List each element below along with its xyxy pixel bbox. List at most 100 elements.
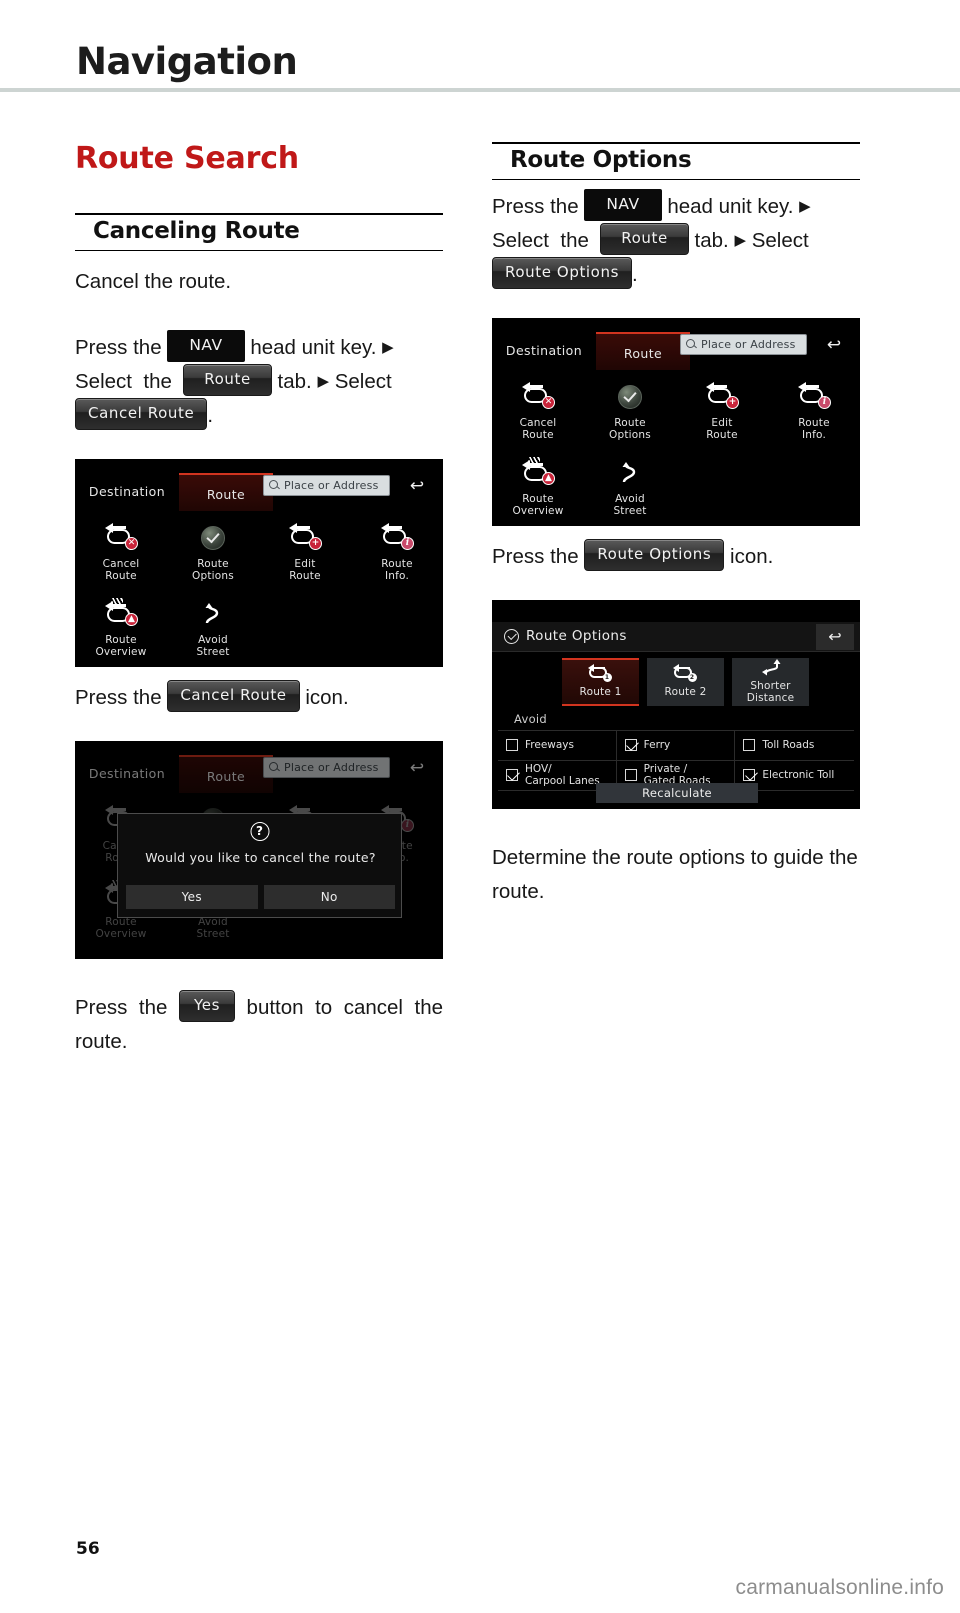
menu-label-line2: Street — [196, 646, 230, 659]
menu-label-line1: Cancel — [519, 416, 557, 429]
head-unit-icon-grid-2: ✕ Cancel Route Route Options + Edit Route — [492, 374, 860, 518]
subheading-canceling-route: Canceling Route — [75, 213, 443, 251]
subheading-text: Route Options — [510, 147, 692, 173]
checkbox-icon[interactable] — [506, 739, 518, 752]
dialog-buttons: Yes No — [126, 884, 395, 909]
checkbox-icon[interactable] — [743, 739, 756, 752]
route-overview-icon-2: ▲ — [521, 456, 555, 486]
section-title-route-search: Route Search — [75, 141, 299, 176]
checkbox-checked-icon[interactable] — [506, 769, 518, 782]
caption-post: icon. — [305, 685, 349, 709]
arrow-icon: ▶ — [382, 338, 394, 356]
menu-item-edit-route[interactable]: + Edit Route — [259, 515, 351, 583]
press-the-label: Press the — [492, 194, 579, 218]
menu-label-line2: Options — [192, 570, 234, 583]
menu-item-route-info[interactable]: i Route Info. — [351, 515, 443, 583]
menu-label-line1: Route — [197, 557, 229, 570]
avoid-option-freeways[interactable]: Freeways — [498, 730, 617, 761]
checkbox-icon[interactable] — [624, 769, 637, 782]
tab-destination-2[interactable]: Destination — [492, 334, 596, 367]
recalculate-button[interactable]: Recalculate — [596, 782, 758, 803]
caption-post: icon. — [730, 544, 774, 568]
menu-item-route-options[interactable]: Route Options — [167, 515, 259, 583]
route-options-screenshot: Route Options ↩ 1 Route 1 2 Route 2 Shor… — [492, 599, 860, 809]
dialog-message: Would you like to cancel the route? — [145, 849, 376, 865]
back-icon[interactable]: ↩ — [397, 473, 437, 499]
search-icon — [269, 479, 280, 491]
route-options-back-icon[interactable]: ↩ — [816, 623, 854, 650]
yes-button[interactable]: Yes — [126, 884, 258, 909]
route-tab-label-multiline: Shorter Distance — [746, 680, 795, 705]
menu-label-line2: Route — [706, 429, 738, 442]
avoid-street-icon-2 — [613, 458, 647, 486]
page-number: 56 — [76, 1539, 100, 1559]
menu-item-edit-route-2[interactable]: + Edit Route — [676, 374, 768, 442]
menu-label-line1: Cancel — [102, 557, 140, 570]
nav-key-chip-2[interactable]: NAV — [584, 188, 662, 222]
back-icon-2[interactable]: ↩ — [814, 332, 854, 358]
search-input-dim: Place or Address — [263, 756, 390, 778]
route-tab-shorter-distance[interactable]: Shorter Distance — [732, 657, 809, 706]
the-label: the — [560, 228, 589, 252]
route-tab-label: Route 1 — [579, 686, 622, 699]
route-tab-route-1[interactable]: 1 Route 1 — [562, 657, 639, 706]
watermark: carmanualsonline.info — [735, 1576, 944, 1599]
edit-route-icon: + — [288, 522, 322, 551]
menu-item-cancel-route-2[interactable]: ✕ Cancel Route — [492, 374, 584, 442]
cancel-route-icon-2: ✕ — [521, 381, 555, 410]
avoid-option-ferry[interactable]: Ferry — [616, 730, 736, 761]
subheading-route-options: Route Options — [492, 142, 860, 180]
cancel-route-chip[interactable]: Cancel Route — [75, 398, 208, 431]
no-button[interactable]: No — [263, 884, 395, 909]
avoid-option-toll-roads[interactable]: Toll Roads — [735, 731, 854, 761]
header-divider — [0, 88, 960, 92]
menu-label-line2: Route — [522, 429, 554, 442]
menu-label-line1: Route — [381, 557, 413, 570]
route-info-icon-2: i — [797, 381, 831, 410]
tab-route-2[interactable]: Route — [596, 331, 690, 370]
route-1-icon: 1 — [587, 664, 614, 683]
menu-label-line2: Info. — [384, 570, 409, 583]
menu-label-line2: Overview — [95, 646, 147, 659]
head-unit-key-label: head unit key. — [250, 335, 377, 359]
route-options-chip[interactable]: Route Options — [492, 257, 632, 290]
menu-item-cancel-route[interactable]: ✕ Cancel Route — [75, 515, 167, 583]
nav-key-chip[interactable]: NAV — [167, 329, 245, 363]
back-icon-dim: ↩ — [409, 757, 425, 778]
menu-item-route-overview[interactable]: ▲ Route Overview — [75, 591, 167, 659]
menu-item-avoid-street[interactable]: Avoid Street — [167, 591, 259, 659]
avoid-options-grid: Freeways Ferry Toll Roads HOV/Carpool La… — [498, 729, 854, 791]
cancel-route-chip-2[interactable]: Cancel Route — [167, 680, 300, 713]
period-1: . — [207, 403, 214, 427]
route-options-chip-2[interactable]: Route Options — [584, 539, 725, 572]
menu-item-avoid-street-2[interactable]: Avoid Street — [584, 450, 676, 518]
avoid-section-label: Avoid — [514, 711, 548, 726]
menu-item-route-options-2[interactable]: Route Options — [584, 374, 676, 442]
question-mark-icon: ? — [250, 821, 269, 841]
tab-destination[interactable]: Destination — [75, 475, 179, 508]
avoid-option-label: Ferry — [643, 739, 671, 752]
menu-label-line2: Street — [196, 928, 230, 941]
search-icon-dim — [269, 761, 280, 773]
search-input[interactable]: Place or Address — [263, 474, 390, 496]
route-tab-route-2[interactable]: 2 Route 2 — [647, 657, 724, 706]
description-paragraph-right: Determine the route options to guide the… — [492, 845, 858, 903]
menu-item-route-info-2[interactable]: i Route Info. — [768, 374, 860, 442]
arrow-icon-4: ▶ — [734, 231, 746, 249]
search-placeholder-dim: Place or Address — [284, 760, 379, 774]
arrow-icon-3: ▶ — [799, 197, 811, 215]
menu-label-line2: Route — [289, 570, 321, 583]
route-tab-chip-2[interactable]: Route — [600, 223, 689, 256]
caption-pre: Press the — [492, 544, 579, 568]
search-input-2[interactable]: Place or Address — [680, 333, 807, 355]
avoid-option-label: Toll Roads — [762, 739, 815, 752]
avoid-street-icon — [196, 599, 230, 627]
steps-paragraph-left: Press the NAV head unit key. ▶ Select th… — [75, 329, 443, 433]
checkbox-checked-icon[interactable] — [743, 769, 756, 782]
menu-label-line2: Info. — [801, 429, 826, 442]
route-tab-chip[interactable]: Route — [183, 364, 272, 397]
menu-item-route-overview-2[interactable]: ▲ Route Overview — [492, 450, 584, 518]
checkbox-checked-icon[interactable] — [624, 739, 637, 752]
yes-chip[interactable]: Yes — [178, 990, 235, 1023]
tab-route[interactable]: Route — [179, 472, 273, 511]
